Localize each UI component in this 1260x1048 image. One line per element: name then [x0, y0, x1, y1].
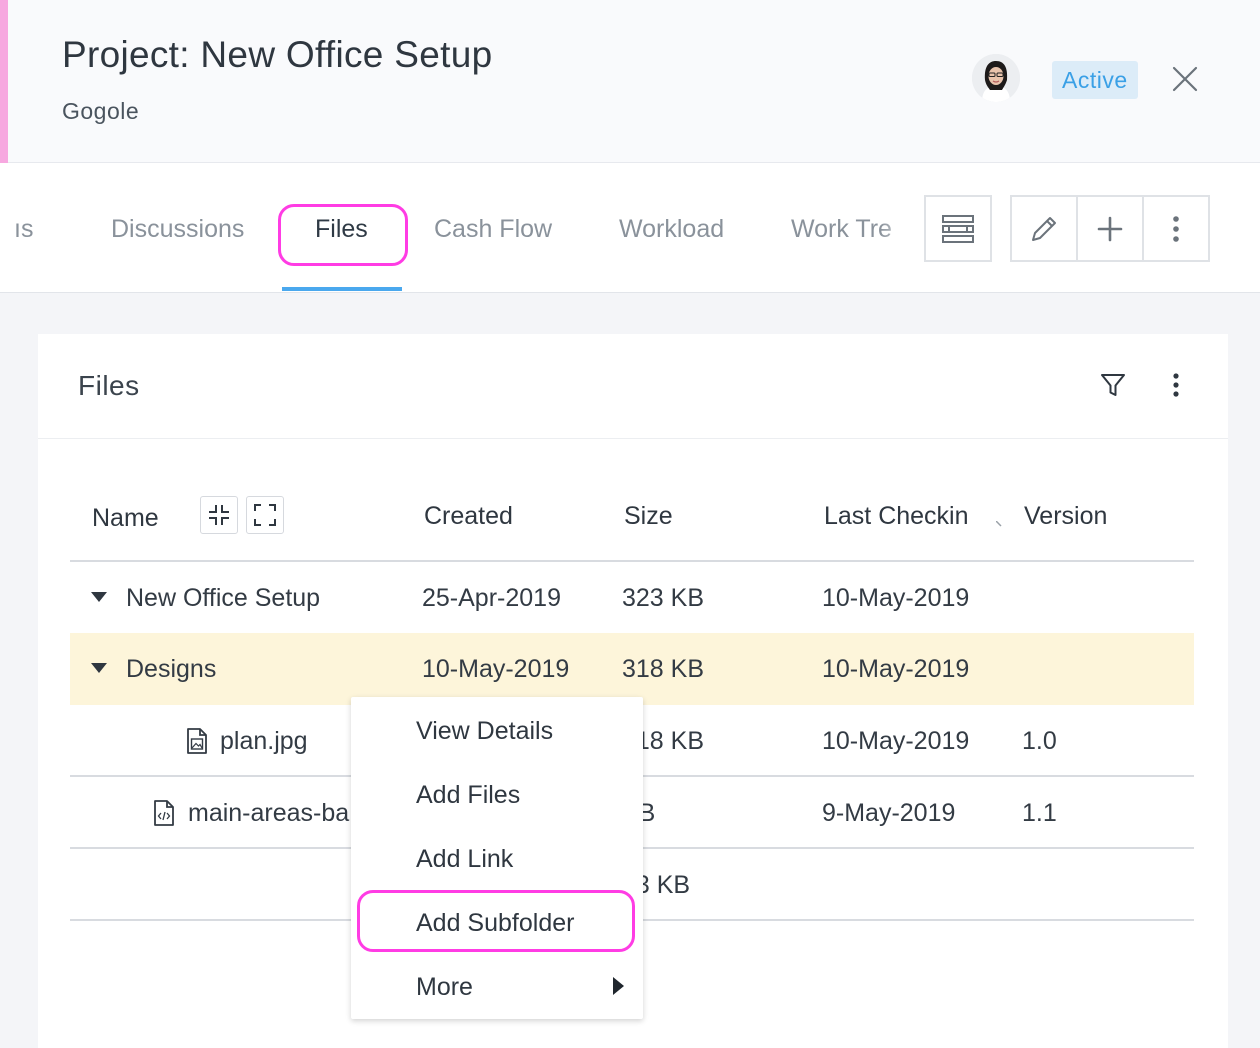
close-icon[interactable]: [1168, 62, 1202, 96]
caret-down-icon[interactable]: [91, 592, 107, 602]
menu-item-add-files[interactable]: Add Files: [351, 763, 643, 827]
row-last-checkin: 9-May-2019: [822, 799, 956, 827]
row-version: 1.0: [1022, 727, 1057, 755]
row-created: 10-May-2019: [422, 655, 570, 683]
tab-cash-flow[interactable]: Cash Flow: [434, 215, 552, 244]
table-row[interactable]: New Office Setup 25-Apr-2019 323 KB 10-M…: [70, 562, 1194, 634]
avatar[interactable]: [972, 54, 1020, 102]
plus-icon: [1097, 216, 1123, 241]
accent-bar: [0, 0, 8, 163]
column-last-checkin[interactable]: Last Checkin: [824, 502, 969, 531]
filter-icon[interactable]: [1098, 370, 1128, 400]
code-file-icon: [154, 800, 174, 826]
more-vertical-icon: [1173, 215, 1179, 242]
menu-item-view-details[interactable]: View Details: [351, 699, 643, 763]
table-row-selected[interactable]: Designs 10-May-2019 318 KB 10-May-2019: [70, 633, 1194, 705]
image-file-icon: [187, 728, 207, 754]
active-tab-indicator: [282, 287, 402, 291]
row-last-checkin: 10-May-2019: [822, 584, 970, 612]
row-last-checkin: 10-May-2019: [822, 727, 970, 755]
row-name: main-areas-ba: [188, 799, 350, 827]
project-header: Project: New Office Setup Gogole Active: [0, 0, 1260, 163]
column-size[interactable]: Size: [624, 502, 673, 531]
column-resize-handle[interactable]: [995, 514, 1002, 527]
caret-down-icon[interactable]: [91, 663, 107, 673]
menu-item-label: Add Files: [416, 781, 521, 809]
toolbar-actions: [1010, 195, 1210, 262]
expand-icon: [254, 504, 276, 526]
column-version[interactable]: Version: [1024, 502, 1107, 531]
collapse-icon: [209, 505, 229, 525]
column-name[interactable]: Name: [92, 504, 159, 533]
column-created[interactable]: Created: [424, 502, 513, 531]
tab-work-tree[interactable]: Work Tre: [791, 215, 892, 244]
add-button[interactable]: [1078, 197, 1144, 260]
row-name: New Office Setup: [126, 584, 321, 612]
client-name: Gogole: [62, 98, 140, 124]
menu-item-more[interactable]: More: [351, 955, 643, 1019]
row-version: 1.1: [1022, 799, 1057, 827]
menu-item-label: Add Link: [416, 845, 514, 873]
context-menu: View Details Add Files Add Link Add Subf…: [351, 697, 643, 1019]
panel-more-icon[interactable]: [1164, 370, 1188, 400]
menu-item-label: More: [416, 973, 473, 1001]
row-name: plan.jpg: [220, 727, 308, 755]
more-actions-button[interactable]: [1144, 197, 1208, 260]
tab-bar: ıs Discussions Files Cash Flow Workload …: [0, 163, 1260, 293]
tab-files-highlight: [278, 204, 408, 266]
menu-item-label: View Details: [416, 717, 554, 745]
row-name: Designs: [126, 655, 217, 683]
rows-view-button[interactable]: [924, 195, 992, 262]
edit-button[interactable]: [1012, 197, 1078, 260]
pencil-icon: [1032, 216, 1056, 241]
status-badge: Active: [1052, 61, 1138, 99]
collapse-all-button[interactable]: [200, 496, 238, 534]
expand-all-button[interactable]: [246, 496, 284, 534]
tab-workload[interactable]: Workload: [619, 215, 724, 244]
files-panel-title: Files: [78, 370, 140, 401]
tab-overflow-fade: [880, 193, 920, 263]
add-subfolder-highlight: [357, 890, 635, 952]
row-size: 318 KB: [622, 655, 705, 683]
page-title: Project: New Office Setup: [62, 34, 493, 75]
tab-partial[interactable]: ıs: [14, 215, 33, 244]
submenu-arrow-icon: [613, 977, 624, 995]
tab-discussions[interactable]: Discussions: [111, 215, 244, 244]
row-last-checkin: 10-May-2019: [822, 655, 970, 683]
rows-view-icon: [942, 214, 974, 243]
files-panel-header: Files: [38, 334, 1228, 439]
row-created: 25-Apr-2019: [422, 584, 561, 612]
row-size: 323 KB: [622, 584, 705, 612]
menu-item-add-link[interactable]: Add Link: [351, 827, 643, 891]
